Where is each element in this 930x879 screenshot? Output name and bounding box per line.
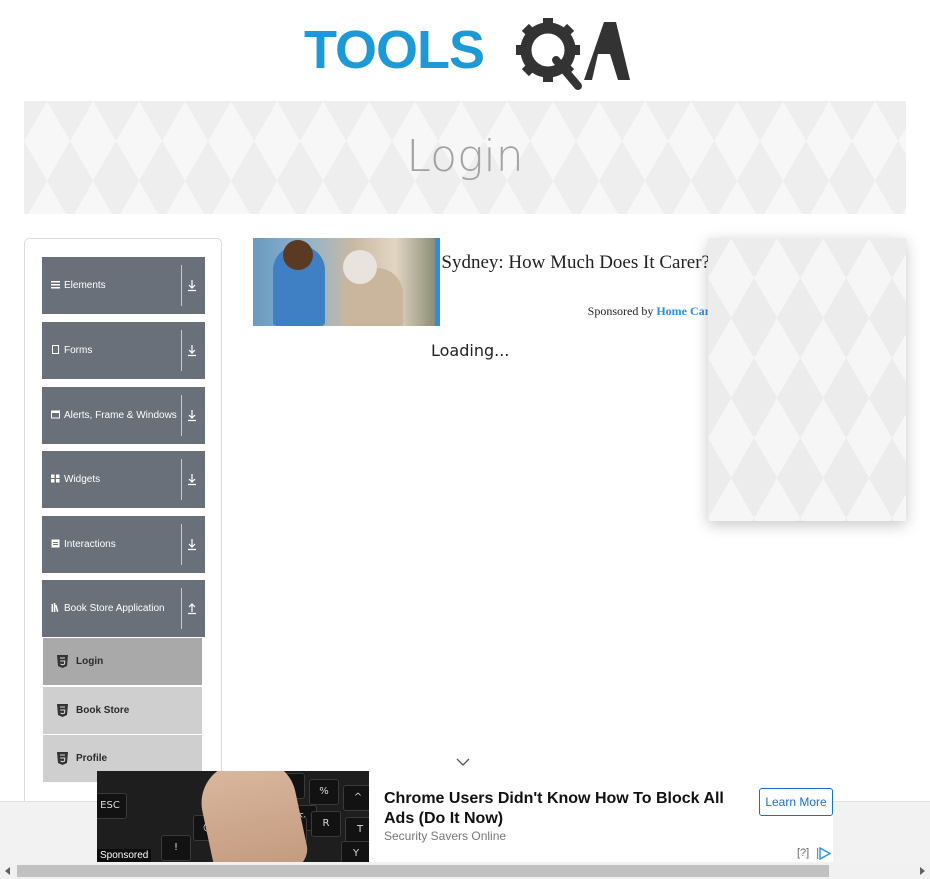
ad-sponsored-by: Sponsored by [587, 304, 654, 318]
sidebar-group-alerts[interactable]: Alerts, Frame & Windows [42, 387, 205, 444]
keyboard-key: ESC [97, 793, 127, 819]
sidebar-group-label: Elements [64, 280, 106, 291]
sidebar-item-label: Login [76, 656, 104, 667]
ad-hand [194, 771, 311, 862]
download-arrow-icon[interactable] [187, 343, 197, 357]
window-icon [51, 410, 60, 419]
scroll-left-arrow-icon[interactable] [5, 867, 10, 875]
loading-text: Loading... [431, 341, 510, 360]
divider [181, 459, 182, 500]
sidebar-group-label: Alerts, Frame & Windows [64, 410, 177, 421]
keyboard-key: ! [161, 835, 191, 861]
divider [181, 265, 182, 306]
sidebar-item-label: Book Store [76, 705, 130, 716]
keyboard-key: T [345, 817, 369, 843]
ad-source: Security Savers Online [384, 829, 507, 843]
keyboard-key: ^ [343, 785, 369, 811]
file-icon [52, 345, 59, 354]
keyboard-key: % [309, 779, 339, 805]
download-arrow-icon[interactable] [187, 537, 197, 551]
page-header-banner: Login [24, 101, 906, 214]
html5-icon [57, 655, 68, 668]
list-icon [51, 281, 60, 289]
ad-headline[interactable]: Sydney: How Much Does It Carer? [440, 250, 710, 275]
scrollbar-thumb[interactable] [17, 865, 829, 877]
html5-icon [57, 704, 68, 717]
download-arrow-icon[interactable] [187, 278, 197, 292]
divider [181, 395, 182, 436]
keyboard-key: R [311, 811, 341, 837]
sidebar-group-interactions[interactable]: Interactions [42, 516, 205, 573]
sidebar-group-label: Book Store Application [64, 603, 165, 614]
sidebar-group-label: Interactions [64, 539, 116, 550]
sidebar-group-label: Widgets [64, 474, 101, 485]
download-arrow-icon[interactable] [187, 408, 197, 422]
ad-figure [283, 240, 313, 270]
grid-icon [51, 474, 60, 483]
keyboard-key: Y [341, 841, 369, 862]
ad-overlay-panel [708, 238, 906, 521]
ad-headline[interactable]: Chrome Users Didn't Know How To Block Al… [384, 789, 744, 829]
sidebar-group-label: Forms [64, 345, 93, 356]
scroll-right-arrow-icon[interactable] [920, 867, 925, 875]
gear-icon [516, 18, 582, 90]
books-icon [51, 603, 59, 612]
ad-image-keyboard[interactable]: ESC $ % ^ & E R T Y ! @ Sponsored [97, 771, 369, 862]
sidebar-item-login[interactable]: Login [43, 638, 202, 685]
svg-text:TOOLS: TOOLS [304, 20, 484, 80]
adchoices-icon[interactable] [817, 847, 831, 860]
sponsored-badge: Sponsored [97, 849, 152, 862]
sidebar-item-book-store[interactable]: Book Store [43, 687, 202, 734]
chevron-down-icon[interactable] [456, 757, 470, 767]
horizontal-scrollbar[interactable] [0, 863, 930, 879]
ad-sponsor-line: Sponsored by Home Car [440, 304, 710, 319]
divider [181, 524, 182, 565]
divider [181, 330, 182, 371]
upload-arrow-icon[interactable] [187, 601, 197, 615]
divider [181, 588, 182, 629]
bottom-ad[interactable]: ESC $ % ^ & E R T Y ! @ Sponsored Chrome… [97, 771, 833, 862]
ad-figure [343, 250, 377, 284]
page-title: Login [406, 131, 524, 182]
download-arrow-icon[interactable] [187, 472, 197, 486]
ad-image-carer[interactable] [253, 238, 435, 326]
ad-info-link[interactable]: [?] [797, 847, 809, 859]
logo-graphic: TOOLS [304, 18, 630, 90]
interaction-icon [51, 539, 60, 548]
learn-more-button[interactable]: Learn More [759, 788, 833, 816]
toolsqa-logo[interactable]: TOOLS [304, 14, 630, 92]
ad-brand-link[interactable]: Home Car [656, 304, 710, 318]
sidebar-group-elements[interactable]: Elements [42, 257, 205, 314]
sidebar-group-forms[interactable]: Forms [42, 322, 205, 379]
sidebar-group-widgets[interactable]: Widgets [42, 451, 205, 508]
html5-icon [57, 752, 68, 765]
sidebar-group-book-store-application[interactable]: Book Store Application [42, 580, 205, 637]
